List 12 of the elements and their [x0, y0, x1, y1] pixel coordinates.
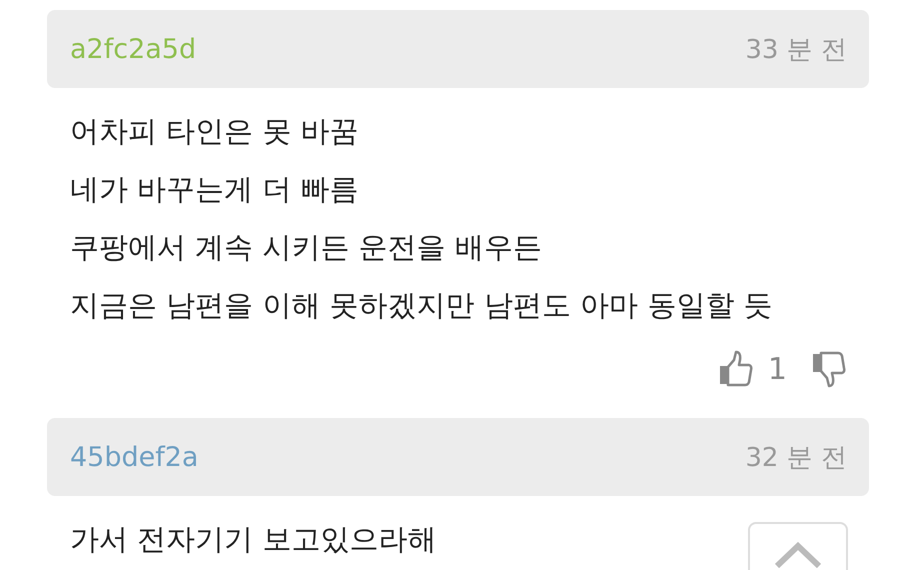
comment-text: 네가 바꾸는게 더 빠름	[70, 171, 359, 208]
comment-text: 어차피 타인은 못 바꿈	[70, 113, 359, 150]
comment-time: 32 분 전	[745, 442, 847, 474]
thumbs-down-icon[interactable]	[811, 350, 847, 388]
comment-text: 가서 전자기기 보고있으라해	[70, 521, 436, 558]
comment-author: a2fc2a5d	[70, 34, 196, 64]
comment-text: 지금은 남편을 이해 못하겠지만 남편도 아마 동일할 듯	[70, 287, 773, 324]
comment-time: 33 분 전	[745, 34, 847, 66]
thumbs-up-icon[interactable]	[718, 350, 754, 388]
comment-text: 쿠팡에서 계속 시키든 운전을 배우든	[70, 229, 542, 266]
like-count: 1	[768, 352, 787, 386]
comment-author: 45bdef2a	[70, 442, 198, 472]
